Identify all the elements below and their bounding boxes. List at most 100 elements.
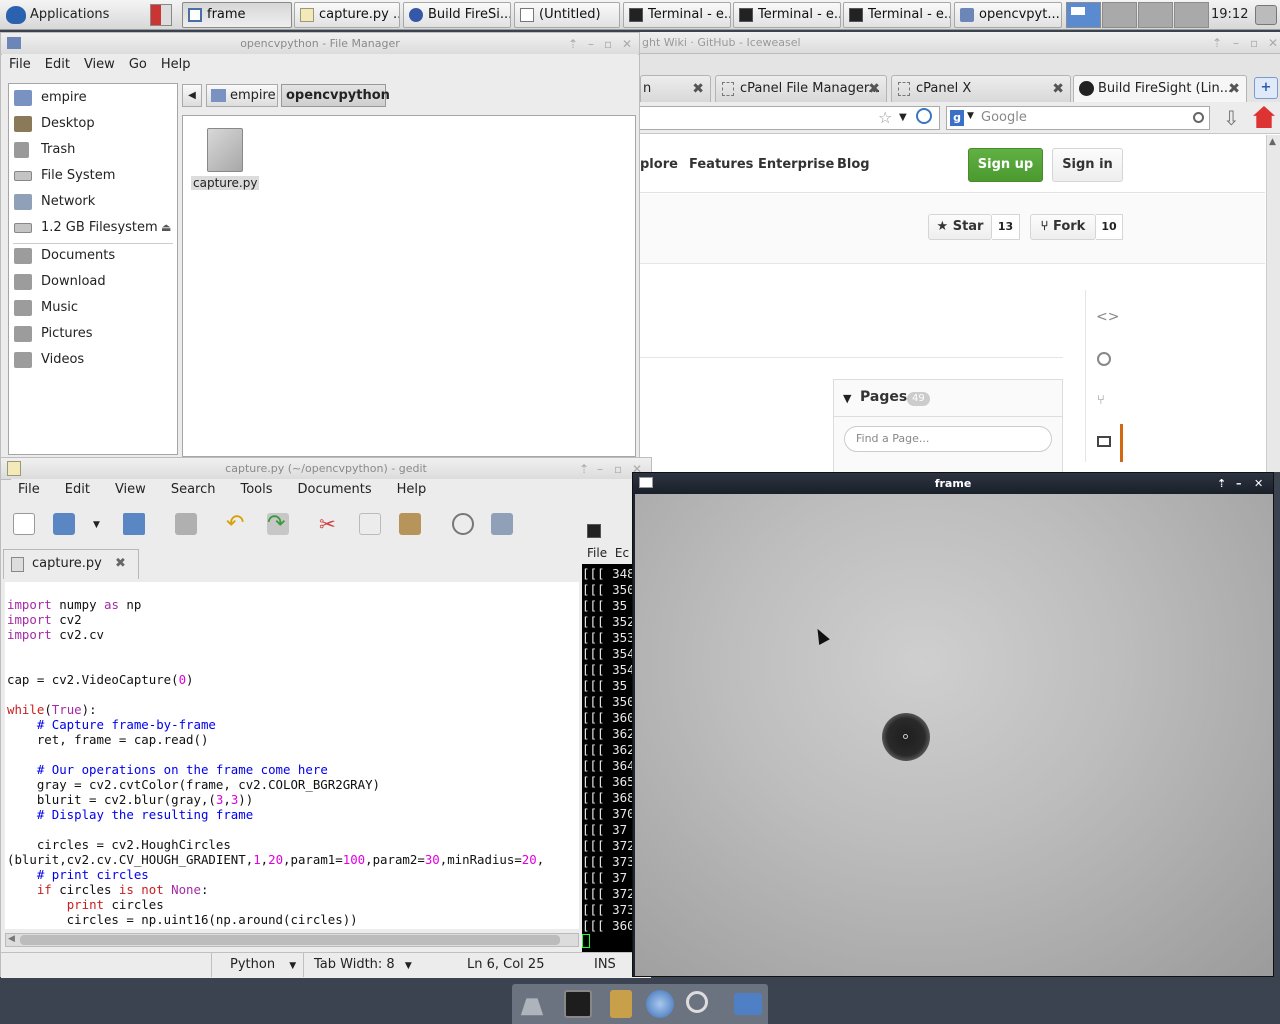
google-engine-icon[interactable]: g	[950, 110, 964, 126]
sidebar-item-desktop[interactable]: Desktop	[9, 111, 177, 137]
dropdown-arrow-icon[interactable]: ▼	[93, 520, 100, 530]
scroll-thumb[interactable]	[20, 935, 560, 945]
collapse-triangle-icon[interactable]: ▼	[843, 392, 851, 405]
close-tab-icon[interactable]: ✖	[868, 76, 880, 102]
task-untitled[interactable]: (Untitled)	[514, 2, 620, 28]
search-bar[interactable]: g ▼ Google	[946, 106, 1210, 130]
dropdown-arrow-icon[interactable]: ▼	[899, 112, 907, 123]
close-icon[interactable]: ✕	[1268, 32, 1278, 54]
clock[interactable]: 19:12	[1211, 7, 1248, 22]
issues-icon[interactable]	[1097, 352, 1111, 366]
show-desktop-icon[interactable]	[520, 998, 544, 1016]
reload-icon[interactable]	[916, 108, 932, 124]
close-tab-icon[interactable]: ✖	[115, 550, 126, 578]
close-icon[interactable]: ✕	[1254, 473, 1263, 494]
sidebar-item-file-system[interactable]: File System	[9, 163, 177, 189]
back-button[interactable]: ◀	[182, 84, 202, 107]
notification-icon[interactable]	[1255, 5, 1277, 25]
find-icon[interactable]	[452, 513, 474, 535]
cut-icon[interactable]: ✂	[319, 513, 341, 535]
minimize-icon[interactable]: –	[597, 458, 603, 480]
menu-tools[interactable]: Tools	[222, 479, 279, 501]
close-icon[interactable]: ✕	[622, 33, 632, 55]
tab-build-firesight[interactable]: Build FireSight (Lin... ✖	[1073, 75, 1247, 102]
find-page-input[interactable]: Find a Page...	[844, 426, 1052, 452]
fork-count[interactable]: 10	[1096, 214, 1123, 240]
minimize-icon[interactable]: –	[1236, 473, 1242, 494]
paste-icon[interactable]	[399, 513, 421, 535]
language-selector[interactable]: Python ▼	[211, 953, 301, 977]
task-build-firesight[interactable]: Build FireSi...	[403, 2, 511, 28]
tab-cpanel-x[interactable]: cPanel X ✖	[891, 75, 1071, 102]
code-editor[interactable]: import numpy as np import cv2 import cv2.c…	[5, 582, 579, 929]
download-icon[interactable]: ⇩	[1223, 106, 1240, 130]
menu-help[interactable]: Help	[379, 479, 434, 501]
sidebar-item-download[interactable]: Download	[9, 269, 177, 295]
nav-features[interactable]: Features	[689, 157, 753, 172]
sidebar-item-videos[interactable]: Videos	[9, 347, 177, 373]
sidebar-item-music[interactable]: Music	[9, 295, 177, 321]
menu-view[interactable]: View	[97, 479, 153, 501]
copy-icon[interactable]	[359, 513, 381, 535]
window-menu-icon[interactable]: ⇡	[1217, 473, 1226, 494]
file-manager-icon[interactable]	[610, 990, 632, 1018]
path-button-opencvpython[interactable]: opencvpython	[281, 84, 390, 107]
star-count[interactable]: 13	[992, 214, 1020, 240]
window-menu-icon[interactable]: ⇡	[568, 33, 578, 55]
dropdown-arrow-icon[interactable]: ▼	[967, 111, 974, 121]
scroll-left-icon[interactable]: ◀	[8, 934, 15, 944]
menu-search[interactable]: Search	[153, 479, 223, 501]
path-button-empire[interactable]: empire	[206, 84, 278, 107]
menu-file[interactable]: File	[11, 479, 47, 501]
close-tab-icon[interactable]: ✖	[1052, 76, 1064, 102]
star-button[interactable]: ★ Star	[928, 214, 992, 240]
logout-icon[interactable]	[150, 4, 172, 26]
eject-icon[interactable]: ⏏	[161, 215, 171, 241]
tab-cpanel-file-manager[interactable]: cPanel File Manager... ✖	[715, 75, 887, 102]
nav-explore[interactable]: plore	[640, 157, 678, 172]
task-frame[interactable]: frame	[182, 2, 292, 28]
search-icon[interactable]	[1193, 112, 1204, 123]
sidebar-item-trash[interactable]: Trash	[9, 137, 177, 163]
scroll-up-icon[interactable]: ▲	[1269, 137, 1276, 147]
pull-request-icon[interactable]: ⑂	[1097, 393, 1105, 408]
redo-icon[interactable]: ↷	[267, 513, 289, 535]
nav-blog[interactable]: Blog	[837, 157, 870, 172]
file-item[interactable]: capture.py	[189, 128, 261, 196]
window-menu-icon[interactable]: ⇡	[1212, 32, 1222, 54]
minimize-icon[interactable]: –	[1233, 32, 1239, 54]
web-browser-icon[interactable]	[646, 990, 674, 1018]
task-terminal-2[interactable]: Terminal - e...	[733, 2, 841, 28]
tab-width-selector[interactable]: Tab Width: 8 ▼	[303, 953, 423, 977]
print-icon[interactable]	[175, 513, 197, 535]
menu-edit[interactable]: Edit	[38, 54, 77, 76]
menu-edit[interactable]: Edit	[47, 479, 97, 501]
task-terminal-1[interactable]: Terminal - e...	[623, 2, 731, 28]
code-icon[interactable]: <>	[1096, 309, 1119, 325]
folder-icon[interactable]	[734, 993, 762, 1015]
workspace-1[interactable]	[1066, 2, 1101, 28]
task-terminal-3[interactable]: Terminal - e...	[843, 2, 951, 28]
close-tab-icon[interactable]: ✖	[1228, 76, 1240, 102]
replace-icon[interactable]	[491, 513, 513, 535]
pages-label[interactable]: Pages	[860, 389, 907, 405]
undo-icon[interactable]: ↶	[226, 513, 248, 535]
maximize-icon[interactable]: ▫	[1250, 32, 1258, 54]
scrollbar[interactable]: ▲	[1266, 135, 1280, 472]
menu-edit[interactable]: Ec	[615, 546, 629, 560]
maximize-icon[interactable]: ▫	[604, 33, 612, 55]
camera-view[interactable]	[635, 494, 1273, 976]
maximize-icon[interactable]: ▫	[614, 458, 622, 480]
menu-documents[interactable]: Documents	[280, 479, 379, 501]
sign-up-button[interactable]: Sign up	[968, 148, 1043, 182]
open-folder-icon[interactable]	[53, 513, 75, 535]
save-icon[interactable]	[123, 513, 145, 535]
sidebar-item-documents[interactable]: Documents	[9, 243, 177, 269]
close-tab-icon[interactable]: ✖	[692, 76, 704, 102]
menu-go[interactable]: Go	[122, 54, 154, 76]
minimize-icon[interactable]: –	[588, 33, 594, 55]
sidebar-item-filesystem-volume[interactable]: 1.2 GB Filesystem ⏏	[9, 215, 177, 241]
workspace-4[interactable]	[1174, 2, 1209, 28]
url-bar[interactable]	[640, 106, 940, 130]
menu-file[interactable]: File	[587, 546, 607, 560]
